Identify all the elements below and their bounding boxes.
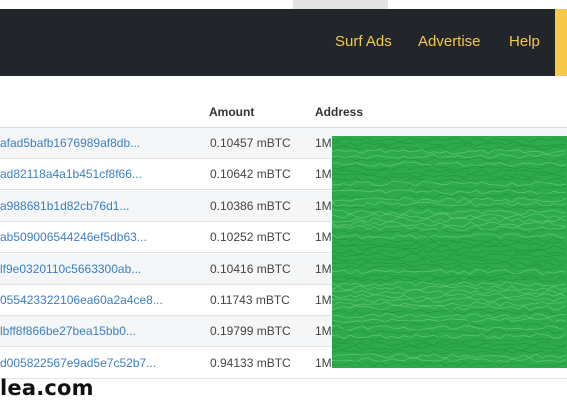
transaction-link[interactable]: 055423322106ea60a2a4ce8... <box>0 293 190 307</box>
nav-accent-bar <box>555 9 567 76</box>
amount-cell: 0.10252 mBTC <box>210 230 291 245</box>
site-brand-text: lea.com <box>0 376 94 400</box>
nav-link-advertise[interactable]: Advertise <box>418 33 481 50</box>
transaction-link[interactable]: lbff8f866be27bea15bb0... <box>0 324 190 338</box>
amount-cell: 0.10386 mBTC <box>210 198 291 213</box>
amount-cell: 0.10416 mBTC <box>210 261 291 276</box>
amount-cell: 0.10457 mBTC <box>210 136 291 150</box>
amount-cell: 0.19799 mBTC <box>210 324 291 339</box>
payments-table: Amount Address afad5bafb1676989af8db... 0… <box>0 76 567 410</box>
transaction-link[interactable]: a988681b1d82cb76d1... <box>0 199 190 213</box>
redaction-overlay <box>332 136 567 368</box>
column-header-address: Address <box>315 105 364 119</box>
transaction-link[interactable]: ad82118a4a1b451cf8f66... <box>0 167 190 181</box>
transaction-link[interactable]: lf9e0320110c5663300ab... <box>0 262 190 276</box>
browser-top-strip <box>0 0 567 9</box>
amount-cell: 0.11743 mBTC <box>210 293 290 307</box>
transaction-link[interactable]: ab509006544246ef5db63... <box>0 230 190 244</box>
nav-link-help[interactable]: Help <box>509 33 540 50</box>
amount-cell: 0.94133 mBTC <box>210 355 291 370</box>
top-navbar: Surf Ads Advertise Help <box>0 9 567 76</box>
nav-link-surf-ads[interactable]: Surf Ads <box>335 33 392 50</box>
transaction-link[interactable]: afad5bafb1676989af8db... <box>0 136 190 150</box>
amount-cell: 0.10642 mBTC <box>210 167 291 182</box>
browser-tab[interactable] <box>293 0 388 9</box>
transaction-link[interactable]: d005822567e9ad5e7c52b7... <box>0 356 190 370</box>
column-header-amount: Amount <box>209 105 255 119</box>
